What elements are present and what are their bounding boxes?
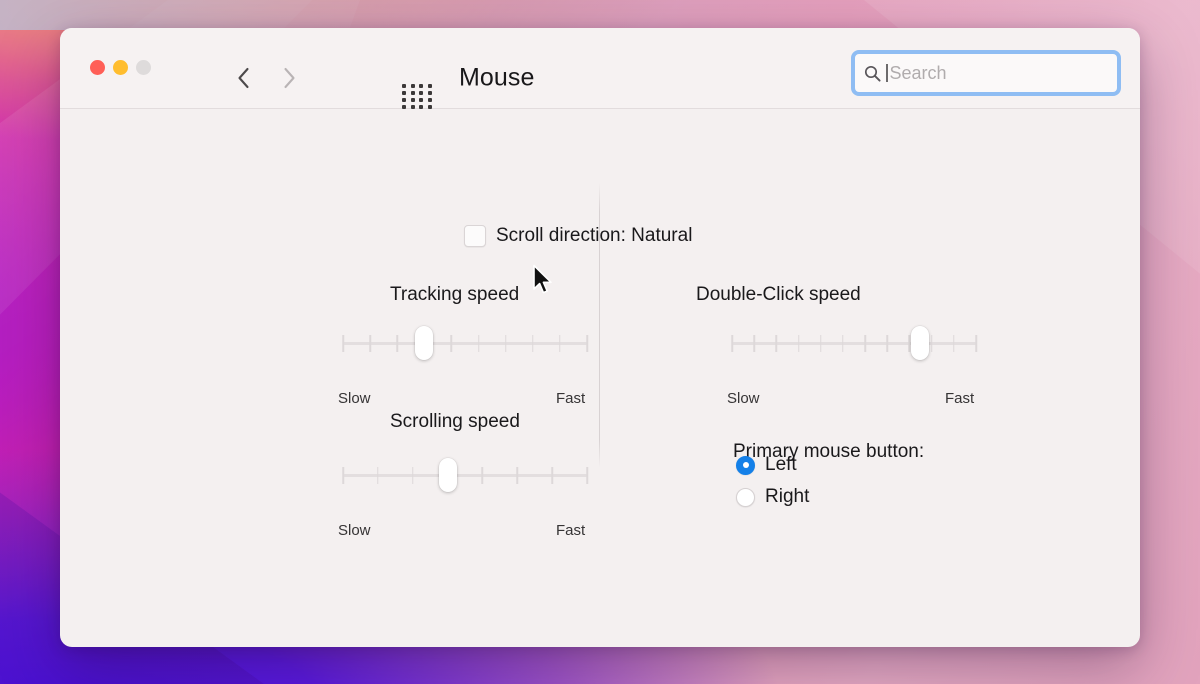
search-field[interactable] [851, 50, 1121, 96]
double-click-speed-slider[interactable] [731, 326, 977, 360]
forward-button[interactable] [266, 61, 312, 95]
radio-left[interactable] [736, 455, 755, 475]
slider-ticks [342, 467, 588, 484]
mouse-pointer-arrow-icon [533, 264, 552, 294]
scroll-direction-row[interactable]: Scroll direction: Natural [464, 225, 692, 247]
double-click-speed-title: Double-Click speed [696, 284, 861, 305]
radio-right-label: Right [765, 486, 810, 507]
slider-thumb[interactable] [414, 326, 433, 360]
close-button[interactable] [90, 60, 105, 75]
tracking-speed-slider[interactable] [342, 326, 588, 360]
scrolling-speed-max-label: Fast [556, 522, 586, 539]
primary-mouse-button-option-left[interactable]: Left [736, 454, 797, 476]
double-click-speed-min-label: Slow [727, 390, 760, 407]
primary-mouse-button-option-right[interactable]: Right [736, 486, 809, 508]
chevron-right-icon [283, 67, 295, 89]
tracking-speed-max-label: Fast [556, 390, 586, 407]
page-title: Mouse [459, 63, 535, 92]
scroll-direction-label: Scroll direction: Natural [496, 225, 693, 246]
zoom-button[interactable] [136, 60, 151, 75]
back-button[interactable] [220, 61, 266, 95]
search-input[interactable] [889, 62, 1108, 84]
scrolling-speed-min-label: Slow [338, 522, 371, 539]
traffic-lights [90, 60, 151, 75]
double-click-speed-max-label: Fast [945, 390, 975, 407]
mouse-preferences-window: Mouse Scroll direction: Natural [60, 28, 1140, 647]
wallpaper-menubar-haze [0, 0, 1200, 30]
text-caret [886, 64, 888, 82]
radio-right[interactable] [736, 487, 755, 507]
window-toolbar: Mouse [60, 28, 1140, 109]
minimize-button[interactable] [113, 60, 128, 75]
scrolling-speed-title: Scrolling speed [390, 411, 520, 432]
show-all-grid-icon[interactable] [402, 84, 433, 109]
slider-ticks [342, 335, 588, 352]
chevron-left-icon [237, 67, 249, 89]
navigation-arrows [220, 61, 312, 95]
desktop-wallpaper: Mouse Scroll direction: Natural [0, 0, 1200, 684]
slider-thumb[interactable] [910, 326, 929, 360]
search-icon [864, 65, 881, 82]
slider-thumb[interactable] [438, 458, 457, 492]
slider-ticks [731, 335, 977, 352]
column-divider [599, 183, 600, 468]
scroll-direction-checkbox[interactable] [464, 225, 486, 247]
tracking-speed-min-label: Slow [338, 390, 371, 407]
scrolling-speed-slider[interactable] [342, 458, 588, 492]
tracking-speed-title: Tracking speed [390, 284, 520, 305]
preferences-content: Scroll direction: Natural Tracking speed… [60, 109, 1140, 647]
radio-left-label: Left [765, 454, 797, 475]
